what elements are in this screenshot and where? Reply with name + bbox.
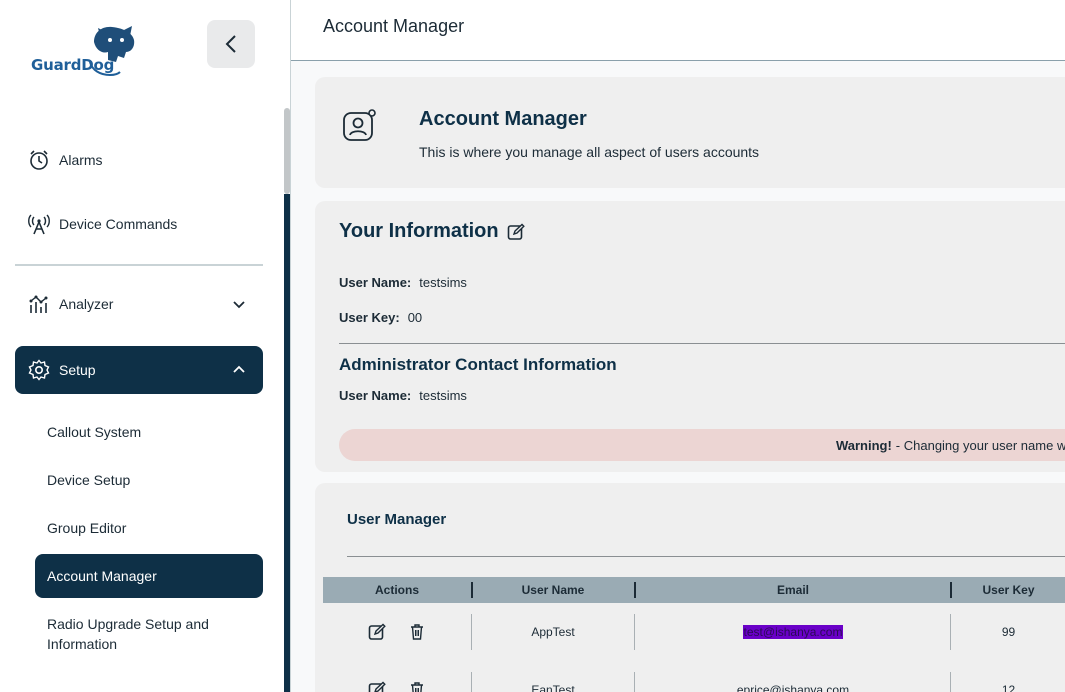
cell-email: eprice@ishanya.com bbox=[736, 683, 850, 692]
admin-user-name-value: testsims bbox=[419, 388, 467, 403]
sidebar-item-label: Alarms bbox=[59, 152, 103, 168]
edit-icon[interactable] bbox=[368, 623, 386, 641]
chevron-down-icon bbox=[233, 301, 245, 309]
analyzer-icon bbox=[27, 292, 51, 316]
warning-text: - Changing your user name will bbox=[895, 437, 1065, 453]
logo-text: GuardDog bbox=[31, 56, 115, 74]
header-title: Account Manager bbox=[419, 108, 587, 130]
user-manager-title: User Manager bbox=[347, 511, 447, 528]
user-name-field: User Name: testsims bbox=[339, 275, 467, 290]
edit-icon[interactable] bbox=[368, 681, 386, 692]
email-selected-text[interactable]: test@ishanya.com bbox=[742, 625, 844, 639]
sidebar-item-setup[interactable]: Setup bbox=[15, 346, 263, 394]
trash-icon[interactable] bbox=[408, 681, 426, 692]
sidebar-item-analyzer[interactable]: Analyzer bbox=[15, 280, 263, 328]
sidebar-subitem-label: Group Editor bbox=[47, 520, 127, 536]
sidebar-subitem-label: Device Setup bbox=[47, 472, 131, 488]
alarm-clock-icon bbox=[27, 148, 51, 172]
cell-separator bbox=[471, 614, 472, 650]
cell-user-name: AppTest bbox=[531, 625, 575, 639]
sidebar: GuardDog Alarms Device Commands Analyzer… bbox=[0, 0, 283, 692]
section-divider bbox=[339, 343, 1065, 344]
cell-user-key: 12 bbox=[1001, 683, 1016, 692]
admin-contact-title: Administrator Contact Information bbox=[339, 355, 617, 374]
admin-user-name-field: User Name: testsims bbox=[339, 388, 467, 403]
sidebar-subitem-account-manager[interactable]: Account Manager bbox=[35, 554, 263, 598]
cell-user-name: EanTest bbox=[531, 683, 575, 692]
column-header-actions: Actions bbox=[374, 583, 419, 597]
trash-icon[interactable] bbox=[408, 623, 426, 641]
user-name-value: testsims bbox=[419, 275, 467, 290]
sidebar-item-alarms[interactable]: Alarms bbox=[15, 136, 263, 184]
your-information-title: Your Information bbox=[339, 220, 525, 243]
sidebar-item-label: Setup bbox=[59, 362, 96, 378]
cell-separator bbox=[950, 672, 951, 692]
topbar: Account Manager bbox=[291, 0, 1065, 61]
chevron-up-icon bbox=[233, 365, 245, 373]
sidebar-item-label: Analyzer bbox=[59, 296, 114, 312]
collapse-sidebar-button[interactable] bbox=[207, 20, 255, 68]
page-title: Account Manager bbox=[323, 16, 465, 36]
sidebar-subitem-device-setup[interactable]: Device Setup bbox=[35, 470, 263, 490]
row-actions bbox=[323, 603, 471, 661]
your-information-card: Your Information User Name: testsims Use… bbox=[315, 201, 1065, 472]
warning-label: Warning! bbox=[835, 437, 892, 453]
user-key-label: User Key: bbox=[339, 310, 400, 325]
chevron-left-icon bbox=[225, 35, 236, 53]
cell-separator bbox=[634, 672, 635, 692]
user-manager-divider bbox=[347, 556, 1065, 557]
sidebar-item-device-commands[interactable]: Device Commands bbox=[15, 200, 263, 248]
scrollbar-thumb[interactable] bbox=[284, 194, 290, 692]
sidebar-subitem-radio-upgrade[interactable]: Radio Upgrade Setup and Information bbox=[35, 614, 235, 654]
column-header-email[interactable]: Email bbox=[636, 577, 950, 603]
antenna-icon bbox=[27, 212, 51, 236]
header-subtitle: This is where you manage all aspect of u… bbox=[419, 144, 760, 160]
sidebar-scrollbar[interactable] bbox=[283, 0, 291, 692]
user-key-field: User Key: 00 bbox=[339, 310, 422, 325]
cell-separator bbox=[950, 614, 951, 650]
row-actions bbox=[323, 661, 471, 692]
sidebar-subitem-group-editor[interactable]: Group Editor bbox=[35, 518, 263, 538]
sidebar-subitem-label: Callout System bbox=[47, 424, 142, 440]
table-row: AppTest test@ishanya.com 99 bbox=[323, 603, 1065, 661]
user-settings-icon bbox=[343, 109, 376, 141]
cell-separator bbox=[471, 672, 472, 692]
cell-separator bbox=[634, 614, 635, 650]
user-key-value: 00 bbox=[407, 310, 423, 325]
sidebar-subitem-callout-system[interactable]: Callout System bbox=[35, 422, 263, 442]
guarddog-logo[interactable]: GuardDog bbox=[28, 22, 138, 78]
sidebar-item-label: Device Commands bbox=[59, 216, 178, 232]
cell-user-key: 99 bbox=[1001, 625, 1016, 639]
user-name-label: User Name: bbox=[339, 275, 412, 290]
sidebar-subitem-label: Account Manager bbox=[47, 568, 157, 584]
table-row: EanTest eprice@ishanya.com 12 bbox=[323, 661, 1065, 692]
edit-icon[interactable] bbox=[507, 223, 525, 241]
column-header-user-key[interactable]: User Key bbox=[952, 577, 1065, 603]
account-manager-header-card: Account Manager This is where you manage… bbox=[315, 77, 1065, 188]
sidebar-divider bbox=[15, 264, 263, 266]
scrollbar-thumb-light[interactable] bbox=[284, 108, 290, 194]
admin-user-name-label: User Name: bbox=[339, 388, 412, 403]
column-header-user-name[interactable]: User Name bbox=[473, 577, 633, 603]
table-header: Actions User Name Email User Key bbox=[323, 577, 1065, 603]
cell-email: test@ishanya.com bbox=[636, 603, 950, 661]
gear-icon bbox=[27, 358, 51, 382]
your-information-title-text: Your Information bbox=[339, 220, 499, 242]
warning-banner: Warning! - Changing your user name will bbox=[339, 429, 1065, 461]
sidebar-subitem-label: Radio Upgrade Setup and Information bbox=[47, 616, 209, 652]
